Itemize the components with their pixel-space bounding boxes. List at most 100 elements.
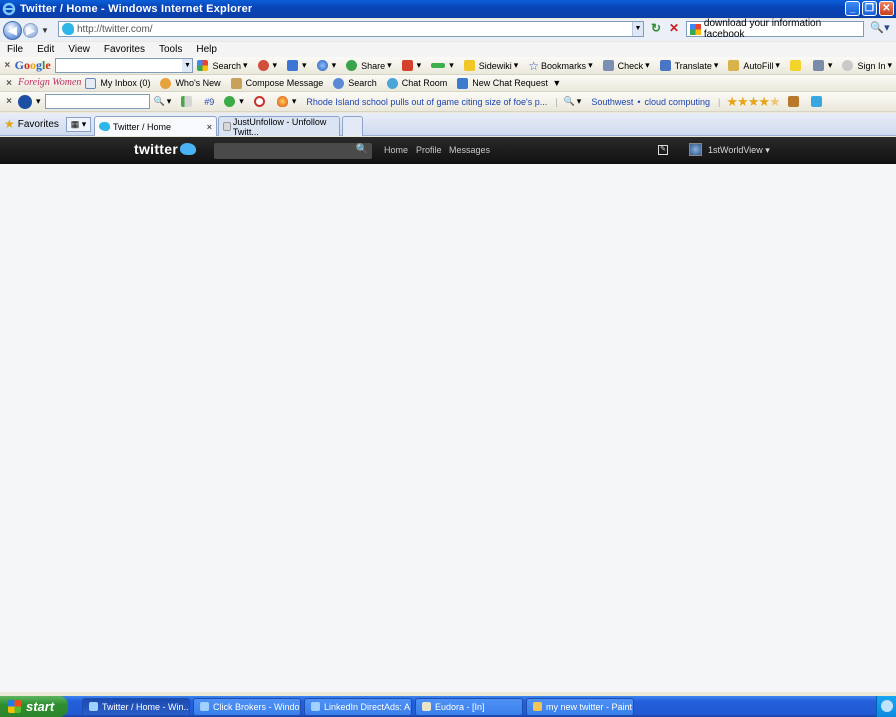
tab-justunfollow-label: JustUnfollow - Unfollow Twitt... (232, 116, 327, 137)
google-logo: Google (14, 58, 51, 72)
check-label: Check (617, 60, 644, 71)
wrench-button[interactable]: ▾ (812, 60, 832, 71)
twitter-username-menu[interactable]: 1stWorldView ▾ (708, 145, 770, 156)
wrench-icon (812, 60, 824, 71)
autofill-button[interactable]: AutoFill ▾ (728, 60, 780, 71)
fw-search-button[interactable]: Search (333, 77, 377, 89)
close-toolbar-icon[interactable]: × (0, 78, 18, 89)
bookmarks-button[interactable]: ☆ Bookmarks ▾ (528, 59, 592, 73)
pencil-icon (230, 77, 242, 89)
avatar[interactable] (689, 143, 702, 156)
ie-icon (200, 702, 209, 711)
link-button[interactable]: ▾ (224, 96, 244, 107)
twitter-search-input[interactable]: 🔍 (214, 143, 372, 159)
translate-button[interactable]: Translate ▾ (659, 60, 718, 71)
close-toolbar-icon[interactable]: × (0, 60, 15, 71)
new-chat-request-button[interactable]: New Chat Request ▼ (457, 77, 561, 89)
pagerank-bar[interactable]: ▾ (431, 60, 454, 71)
hot-news-button[interactable]: ▾ (276, 96, 296, 107)
search-go-button[interactable]: 🔍▾ (866, 21, 894, 37)
user-icon (842, 60, 854, 71)
menu-edit[interactable]: Edit (37, 44, 54, 55)
task-paint[interactable]: my new twitter - Paint (526, 697, 634, 716)
window-title-bar[interactable]: Twitter / Home - Windows Internet Explor… (0, 0, 896, 18)
google-search-button[interactable]: Search ▾ (197, 60, 248, 71)
google-search-provider-icon (690, 23, 701, 35)
southwest-link[interactable]: Southwest (591, 97, 633, 107)
start-button[interactable]: start (0, 696, 68, 717)
compose-tweet-icon[interactable]: ✎ (658, 145, 668, 155)
highlighter-button[interactable] (789, 60, 803, 71)
popup-blocker-button[interactable]: ▾ (257, 60, 277, 71)
share-button[interactable]: Share ▾ (346, 60, 392, 71)
compose-message-button[interactable]: Compose Message (230, 77, 323, 89)
link-icon (224, 96, 236, 107)
cancel-button[interactable] (253, 96, 267, 107)
whos-new-button[interactable]: Who's New (160, 77, 221, 89)
back-button[interactable]: ◀ (3, 20, 22, 40)
twitter-toolbar-button[interactable] (810, 96, 824, 107)
maximize-button[interactable]: ❐ (862, 1, 877, 16)
close-tab-icon[interactable]: × (207, 122, 212, 132)
twitter-nav-messages[interactable]: Messages (449, 145, 490, 155)
notebook-button[interactable] (787, 96, 801, 107)
task-label: Eudora - [In] (435, 701, 485, 712)
spellcheck-button[interactable]: Check ▾ (602, 60, 650, 71)
windows-flag-icon (8, 700, 21, 713)
chat-room-button[interactable]: Chat Room (386, 77, 447, 89)
new-tab-button[interactable] (342, 116, 363, 136)
address-dropdown-icon[interactable]: ▼ (632, 22, 643, 36)
globe-button[interactable]: ▾ (316, 60, 336, 71)
search-links-button[interactable]: 🔍 ▾ (564, 96, 582, 107)
rating-stars[interactable]: ★★★★★ (726, 94, 780, 110)
browser-search-input[interactable]: download your information facebook (686, 18, 864, 40)
address-input[interactable]: http://twitter.com/ ▼ (58, 21, 644, 37)
close-button[interactable]: ✕ (879, 1, 894, 16)
recent-pages-icon[interactable]: ▼ (41, 26, 49, 35)
twitter-nav-home[interactable]: Home (384, 145, 408, 155)
system-tray[interactable] (876, 696, 896, 717)
ie-logo-icon (2, 2, 16, 16)
tab-twitter-home[interactable]: Twitter / Home × (94, 116, 217, 136)
close-toolbar-icon[interactable]: × (0, 96, 18, 107)
ask-search-input[interactable] (44, 94, 150, 109)
page-icon (223, 122, 231, 131)
plus-button[interactable]: ▾ (287, 60, 307, 71)
ask-logo[interactable]: ▾ (18, 94, 41, 109)
quick-tabs-button[interactable]: ▦ ▾ (66, 117, 91, 132)
google-icon (197, 60, 209, 71)
twitter-logo[interactable]: twitter (134, 141, 197, 157)
favorites-button[interactable]: ★ Favorites (4, 117, 59, 131)
foreign-women-toolbar: × Foreign Women My Inbox (0) Who's New C… (0, 75, 896, 92)
menu-view[interactable]: View (68, 44, 90, 55)
cloud-computing-link[interactable]: cloud computing (645, 97, 711, 107)
menu-favorites[interactable]: Favorites (104, 44, 145, 55)
news-headline-link[interactable]: Rhode Island school pulls out of game ci… (306, 97, 547, 107)
magnifier-icon: 🔍 (153, 96, 165, 106)
stats-button[interactable] (181, 96, 194, 107)
task-ie-twitter[interactable]: Twitter / Home - Win... (82, 697, 190, 716)
google-search-input[interactable]: ▼ (54, 58, 194, 73)
twitter-search-icon[interactable]: 🔍 (356, 144, 368, 155)
menu-file[interactable]: File (7, 44, 23, 55)
inbox-button[interactable]: My Inbox (0) (85, 77, 150, 89)
twitter-top-bar: twitter 🔍 Home Profile Messages ✎ 1stWor… (0, 137, 896, 164)
menu-tools[interactable]: Tools (159, 44, 182, 55)
refresh-button[interactable]: ↻ (648, 21, 664, 37)
forward-button[interactable]: ▶ (23, 22, 38, 38)
stop-button[interactable]: ✕ (666, 21, 682, 37)
task-eudora[interactable]: Eudora - [In] (415, 697, 523, 716)
highlighter-icon (789, 60, 801, 71)
sign-in-button[interactable]: Sign In ▾ (842, 60, 892, 71)
tab-justunfollow[interactable]: JustUnfollow - Unfollow Twitt... (218, 116, 340, 137)
minimize-button[interactable]: _ (845, 1, 860, 16)
whos-new-label: Who's New (175, 78, 221, 88)
twitter-nav-profile[interactable]: Profile (416, 145, 442, 155)
sidewiki-button[interactable]: Sidewiki ▾ (463, 60, 518, 71)
task-click-brokers[interactable]: Click Brokers - Windo... (193, 697, 301, 716)
pagerank-button[interactable]: ▾ (401, 60, 421, 71)
ask-search-button[interactable]: 🔍 ▾ (154, 96, 172, 107)
rank-label[interactable]: #9 (204, 97, 214, 107)
task-linkedin[interactable]: LinkedIn DirectAds: A... (304, 697, 412, 716)
menu-help[interactable]: Help (196, 44, 217, 55)
